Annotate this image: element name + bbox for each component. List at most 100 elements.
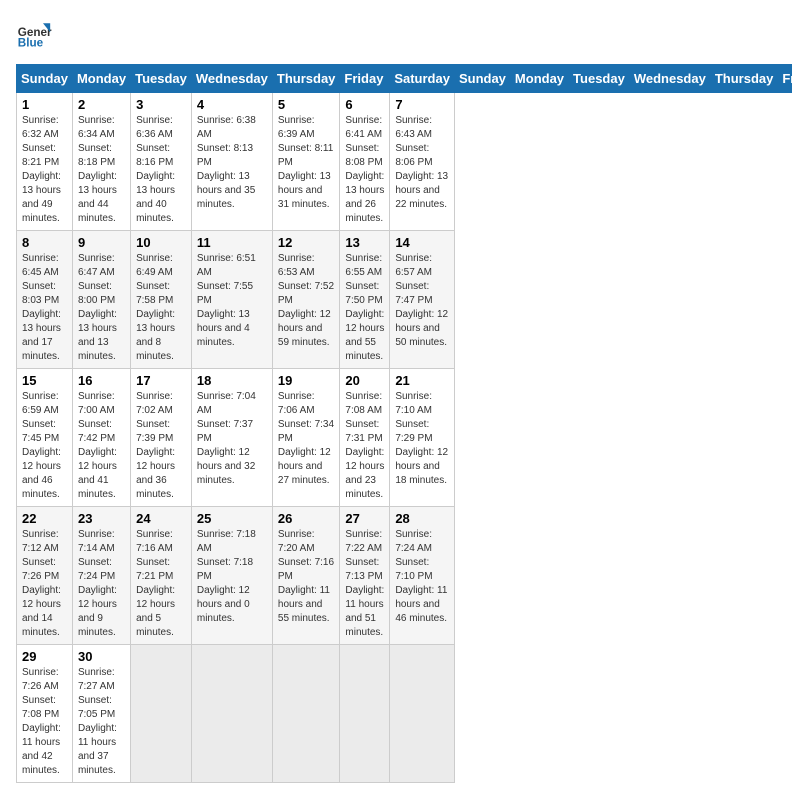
day-number: 9 xyxy=(78,235,125,250)
col-header-thursday: Thursday xyxy=(272,65,340,93)
col-header-monday: Monday xyxy=(510,65,568,93)
day-number: 19 xyxy=(278,373,335,388)
day-info: Sunrise: 6:39 AMSunset: 8:11 PMDaylight:… xyxy=(278,114,335,212)
day-cell: 7 Sunrise: 6:43 AMSunset: 8:06 PMDaylight… xyxy=(390,93,455,231)
day-number: 11 xyxy=(197,235,267,250)
col-header-tuesday: Tuesday xyxy=(569,65,630,93)
day-number: 27 xyxy=(345,511,384,526)
day-cell xyxy=(390,645,455,783)
day-cell xyxy=(340,645,390,783)
day-info: Sunrise: 7:22 AMSunset: 7:13 PMDaylight:… xyxy=(345,528,384,640)
day-cell xyxy=(272,645,340,783)
col-header-monday: Monday xyxy=(72,65,130,93)
day-cell: 19 Sunrise: 7:06 AMSunset: 7:34 PMDayligh… xyxy=(272,369,340,507)
page-header: General Blue xyxy=(16,16,776,52)
week-row-1: 1Sunrise: 6:32 AMSunset: 8:21 PMDaylight… xyxy=(17,93,792,231)
day-number: 10 xyxy=(136,235,186,250)
day-info: Sunrise: 6:47 AMSunset: 8:00 PMDaylight:… xyxy=(78,252,125,364)
day-number: 3 xyxy=(136,97,186,112)
day-info: Sunrise: 7:08 AMSunset: 7:31 PMDaylight:… xyxy=(345,390,384,502)
day-info: Sunrise: 7:20 AMSunset: 7:16 PMDaylight:… xyxy=(278,528,335,626)
day-cell xyxy=(191,645,272,783)
col-header-sunday: Sunday xyxy=(17,65,73,93)
day-number: 18 xyxy=(197,373,267,388)
day-number: 13 xyxy=(345,235,384,250)
day-info: Sunrise: 6:36 AMSunset: 8:16 PMDaylight:… xyxy=(136,114,186,226)
day-number: 2 xyxy=(78,97,125,112)
col-header-saturday: Saturday xyxy=(390,65,455,93)
day-number: 20 xyxy=(345,373,384,388)
day-cell: 9 Sunrise: 6:47 AMSunset: 8:00 PMDaylight… xyxy=(72,231,130,369)
day-cell: 18 Sunrise: 7:04 AMSunset: 7:37 PMDayligh… xyxy=(191,369,272,507)
day-info: Sunrise: 6:57 AMSunset: 7:47 PMDaylight:… xyxy=(395,252,449,350)
day-number: 14 xyxy=(395,235,449,250)
col-header-thursday: Thursday xyxy=(710,65,778,93)
day-info: Sunrise: 6:55 AMSunset: 7:50 PMDaylight:… xyxy=(345,252,384,364)
calendar-table: SundayMondayTuesdayWednesdayThursdayFrid… xyxy=(16,64,792,783)
week-row-2: 8 Sunrise: 6:45 AMSunset: 8:03 PMDaylight… xyxy=(17,231,792,369)
day-info: Sunrise: 6:53 AMSunset: 7:52 PMDaylight:… xyxy=(278,252,335,350)
day-cell: 15 Sunrise: 6:59 AMSunset: 7:45 PMDayligh… xyxy=(17,369,73,507)
day-cell: 30Sunrise: 7:27 AMSunset: 7:05 PMDayligh… xyxy=(72,645,130,783)
day-cell: 28Sunrise: 7:24 AMSunset: 7:10 PMDayligh… xyxy=(390,507,455,645)
day-cell: 11Sunrise: 6:51 AMSunset: 7:55 PMDayligh… xyxy=(191,231,272,369)
day-number: 25 xyxy=(197,511,267,526)
day-number: 5 xyxy=(278,97,335,112)
day-info: Sunrise: 7:24 AMSunset: 7:10 PMDaylight:… xyxy=(395,528,449,626)
day-cell xyxy=(131,645,192,783)
col-header-friday: Friday xyxy=(340,65,390,93)
col-header-wednesday: Wednesday xyxy=(629,65,710,93)
day-cell: 13 Sunrise: 6:55 AMSunset: 7:50 PMDayligh… xyxy=(340,231,390,369)
day-number: 26 xyxy=(278,511,335,526)
week-row-5: 29Sunrise: 7:26 AMSunset: 7:08 PMDayligh… xyxy=(17,645,792,783)
logo: General Blue xyxy=(16,16,52,52)
svg-text:Blue: Blue xyxy=(18,37,44,50)
col-header-tuesday: Tuesday xyxy=(131,65,192,93)
day-number: 23 xyxy=(78,511,125,526)
col-header-sunday: Sunday xyxy=(454,65,510,93)
day-info: Sunrise: 7:06 AMSunset: 7:34 PMDaylight:… xyxy=(278,390,335,488)
day-info: Sunrise: 7:16 AMSunset: 7:21 PMDaylight:… xyxy=(136,528,186,640)
day-info: Sunrise: 6:34 AMSunset: 8:18 PMDaylight:… xyxy=(78,114,125,226)
day-number: 22 xyxy=(22,511,67,526)
day-number: 8 xyxy=(22,235,67,250)
day-number: 24 xyxy=(136,511,186,526)
day-cell: 3 Sunrise: 6:36 AMSunset: 8:16 PMDaylight… xyxy=(131,93,192,231)
day-number: 6 xyxy=(345,97,384,112)
day-number: 7 xyxy=(395,97,449,112)
day-cell: 10 Sunrise: 6:49 AMSunset: 7:58 PMDayligh… xyxy=(131,231,192,369)
day-info: Sunrise: 7:12 AMSunset: 7:26 PMDaylight:… xyxy=(22,528,67,640)
col-header-friday: Friday xyxy=(778,65,792,93)
day-cell: 21 Sunrise: 7:10 AMSunset: 7:29 PMDayligh… xyxy=(390,369,455,507)
day-info: Sunrise: 7:26 AMSunset: 7:08 PMDaylight:… xyxy=(22,666,67,778)
day-info: Sunrise: 6:45 AMSunset: 8:03 PMDaylight:… xyxy=(22,252,67,364)
col-header-wednesday: Wednesday xyxy=(191,65,272,93)
day-info: Sunrise: 7:04 AMSunset: 7:37 PMDaylight:… xyxy=(197,390,267,488)
day-info: Sunrise: 6:49 AMSunset: 7:58 PMDaylight:… xyxy=(136,252,186,364)
day-cell: 12 Sunrise: 6:53 AMSunset: 7:52 PMDayligh… xyxy=(272,231,340,369)
day-info: Sunrise: 7:14 AMSunset: 7:24 PMDaylight:… xyxy=(78,528,125,640)
day-cell: 22 Sunrise: 7:12 AMSunset: 7:26 PMDayligh… xyxy=(17,507,73,645)
day-cell: 26 Sunrise: 7:20 AMSunset: 7:16 PMDayligh… xyxy=(272,507,340,645)
day-cell: 4Sunrise: 6:38 AMSunset: 8:13 PMDaylight… xyxy=(191,93,272,231)
day-info: Sunrise: 7:02 AMSunset: 7:39 PMDaylight:… xyxy=(136,390,186,502)
day-info: Sunrise: 6:43 AMSunset: 8:06 PMDaylight:… xyxy=(395,114,449,212)
day-cell: 1Sunrise: 6:32 AMSunset: 8:21 PMDaylight… xyxy=(17,93,73,231)
day-cell: 2 Sunrise: 6:34 AMSunset: 8:18 PMDaylight… xyxy=(72,93,130,231)
day-number: 15 xyxy=(22,373,67,388)
day-info: Sunrise: 6:59 AMSunset: 7:45 PMDaylight:… xyxy=(22,390,67,502)
day-number: 21 xyxy=(395,373,449,388)
day-cell: 16Sunrise: 7:00 AMSunset: 7:42 PMDayligh… xyxy=(72,369,130,507)
day-cell: 6Sunrise: 6:41 AMSunset: 8:08 PMDaylight… xyxy=(340,93,390,231)
day-cell: 27 Sunrise: 7:22 AMSunset: 7:13 PMDayligh… xyxy=(340,507,390,645)
day-info: Sunrise: 7:10 AMSunset: 7:29 PMDaylight:… xyxy=(395,390,449,488)
calendar-header-row: SundayMondayTuesdayWednesdayThursdayFrid… xyxy=(17,65,792,93)
day-info: Sunrise: 7:00 AMSunset: 7:42 PMDaylight:… xyxy=(78,390,125,502)
day-cell: 29Sunrise: 7:26 AMSunset: 7:08 PMDayligh… xyxy=(17,645,73,783)
day-number: 30 xyxy=(78,649,125,664)
day-cell: 23 Sunrise: 7:14 AMSunset: 7:24 PMDayligh… xyxy=(72,507,130,645)
week-row-4: 22 Sunrise: 7:12 AMSunset: 7:26 PMDayligh… xyxy=(17,507,792,645)
day-info: Sunrise: 7:18 AMSunset: 7:18 PMDaylight:… xyxy=(197,528,267,626)
day-cell: 8 Sunrise: 6:45 AMSunset: 8:03 PMDaylight… xyxy=(17,231,73,369)
day-number: 12 xyxy=(278,235,335,250)
